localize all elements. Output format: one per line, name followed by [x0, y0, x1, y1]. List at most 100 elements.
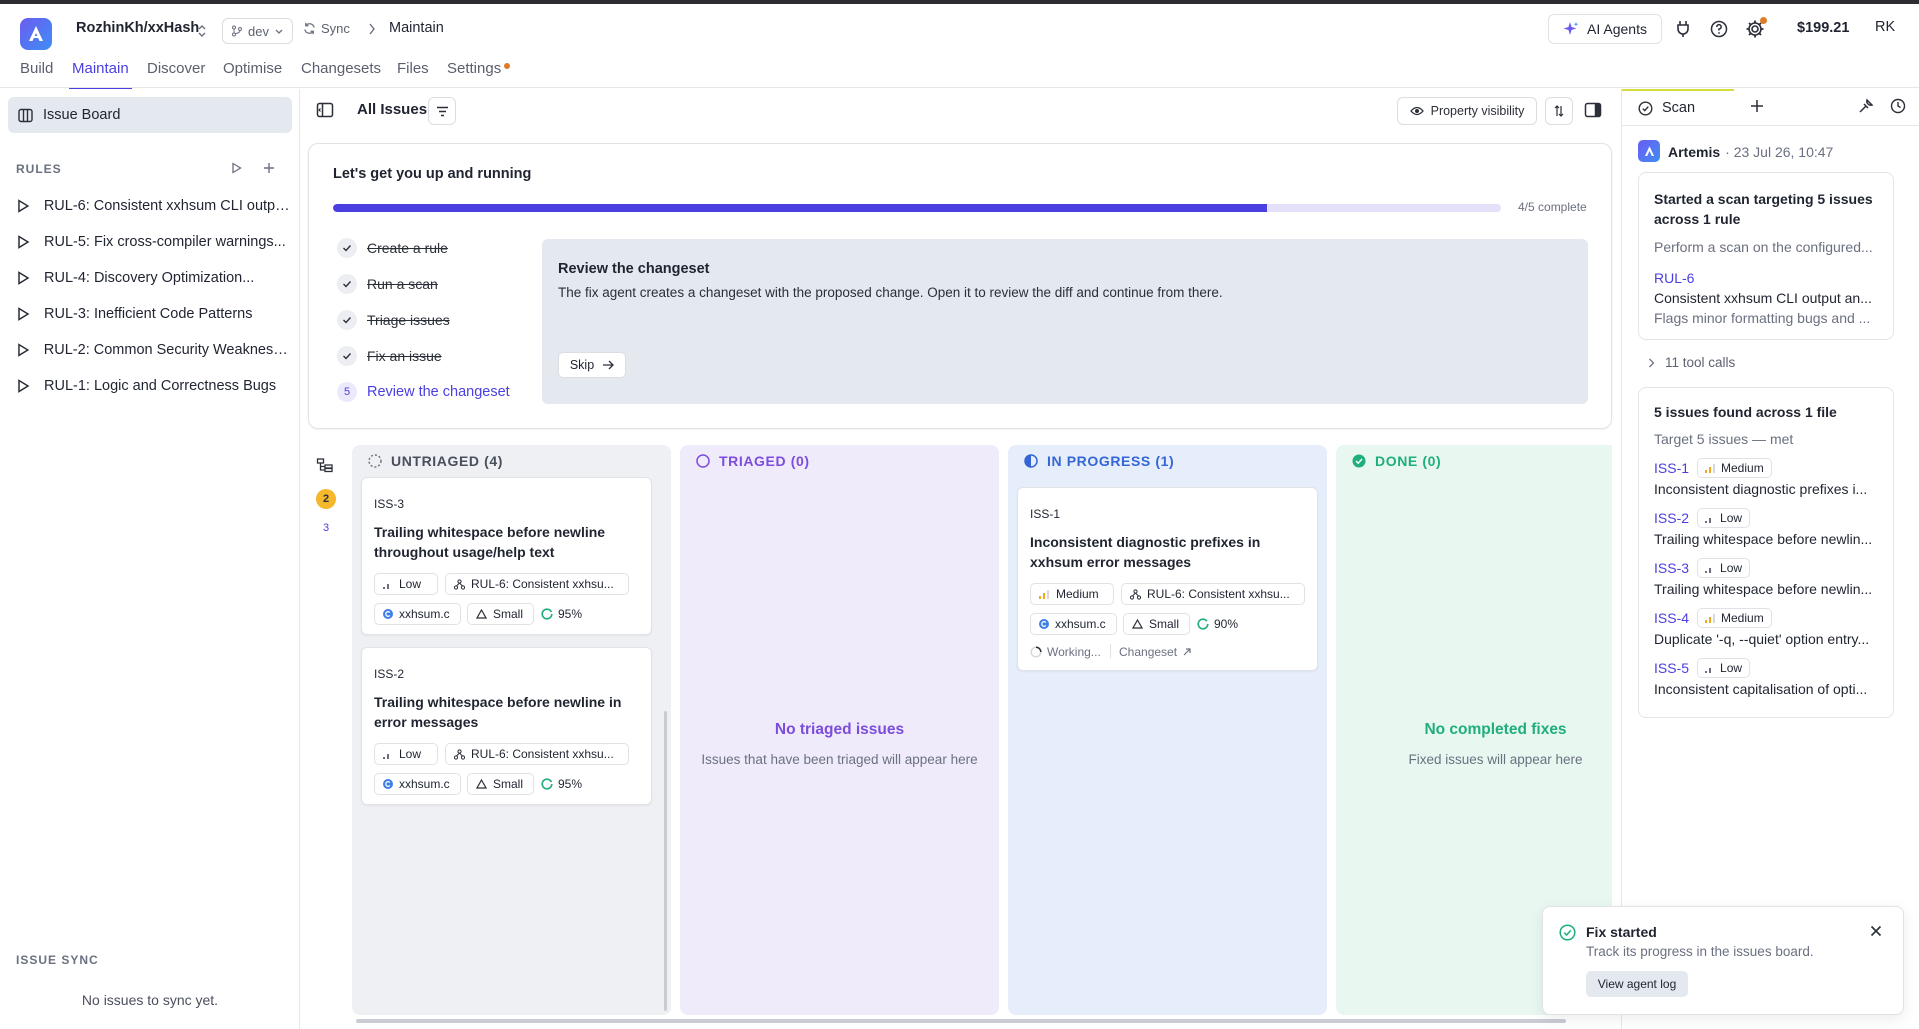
- toast-message: Track its progress in the issues board.: [1586, 944, 1814, 959]
- result-issue-id[interactable]: ISS-1: [1654, 460, 1689, 476]
- signal-low-icon: [383, 754, 389, 759]
- sidebar-item-rul-4[interactable]: RUL-4: Discovery Optimization...: [16, 264, 292, 292]
- tool-calls-toggle[interactable]: 11 tool calls: [1648, 355, 1735, 370]
- step-run-scan[interactable]: Run a scan: [337, 272, 438, 296]
- empty-title: No completed fixes: [1424, 721, 1567, 738]
- column-title: UNTRIAGED (4): [391, 453, 504, 469]
- sidebar-item-rul-3[interactable]: RUL-3: Inefficient Code Patterns: [16, 300, 292, 328]
- step-review-changeset[interactable]: 5 Review the changeset: [337, 380, 510, 404]
- triangle-icon: [1132, 619, 1143, 629]
- tab-optimise[interactable]: Optimise: [223, 60, 282, 90]
- check-icon: [337, 274, 357, 294]
- result-item-iss-1[interactable]: ISS-1 Medium Inconsistent diagnostic pre…: [1654, 458, 1882, 497]
- file-chip[interactable]: xxhsum.c: [1030, 613, 1117, 635]
- severity-label: Medium: [1056, 587, 1099, 601]
- sidebar-item-rul-6[interactable]: RUL-6: Consistent xxhsum CLI outpu...: [16, 192, 292, 220]
- rule-chip[interactable]: RUL-6: Consistent xxhsu...: [445, 743, 629, 765]
- result-issue-id[interactable]: ISS-2: [1654, 510, 1689, 526]
- skip-button[interactable]: Skip: [558, 352, 626, 378]
- tab-build[interactable]: Build: [20, 60, 53, 90]
- app-logo[interactable]: [20, 18, 52, 50]
- repo-selector[interactable]: RozhinKh/xxHash: [76, 20, 199, 36]
- result-issue-id[interactable]: ISS-3: [1654, 560, 1689, 576]
- severity-chip[interactable]: Low: [374, 743, 438, 765]
- file-chip[interactable]: xxhsum.c: [374, 603, 461, 625]
- severity-chip[interactable]: Low: [374, 573, 438, 595]
- sync-button[interactable]: Sync: [303, 21, 350, 36]
- result-issue-id[interactable]: ISS-4: [1654, 610, 1689, 626]
- lane-badge-active[interactable]: 2: [316, 489, 336, 509]
- ai-agents-button[interactable]: AI Agents: [1548, 14, 1662, 44]
- board-horizontal-scrollbar[interactable]: [356, 1019, 1566, 1023]
- sidebar-item-issue-board[interactable]: Issue Board: [8, 97, 292, 133]
- size-chip[interactable]: Small: [467, 773, 534, 795]
- tools-icon[interactable]: [1858, 98, 1874, 114]
- history-icon[interactable]: [1890, 98, 1906, 114]
- issue-card-iss-2[interactable]: ISS-2 Trailing whitespace before newline…: [361, 647, 652, 805]
- severity-label: Medium: [1721, 461, 1764, 475]
- scan-rule-id[interactable]: RUL-6: [1654, 270, 1694, 286]
- git-branch-icon: [232, 25, 242, 37]
- tab-changesets[interactable]: Changesets: [301, 60, 381, 90]
- changeset-link[interactable]: Changeset: [1119, 645, 1192, 659]
- add-rule-icon[interactable]: [263, 162, 275, 174]
- tab-settings[interactable]: Settings: [447, 60, 501, 90]
- rule-chip[interactable]: RUL-6: Consistent xxhsu...: [1121, 583, 1305, 605]
- toast-notification: Fix started Track its progress in the is…: [1542, 906, 1904, 1015]
- result-item-iss-2[interactable]: ISS-2 Low Trailing whitespace before new…: [1654, 508, 1882, 547]
- tab-discover[interactable]: Discover: [147, 60, 205, 90]
- result-issue-id[interactable]: ISS-5: [1654, 660, 1689, 676]
- help-icon[interactable]: [1706, 16, 1732, 42]
- step-triage-issues[interactable]: Triage issues: [337, 308, 450, 332]
- column-scrollbar[interactable]: [664, 711, 667, 1011]
- sidebar-item-rul-1[interactable]: RUL-1: Logic and Correctness Bugs: [16, 372, 292, 400]
- column-title: TRIAGED (0): [719, 453, 810, 469]
- sort-button[interactable]: [1545, 97, 1573, 125]
- lane-badge[interactable]: 3: [316, 522, 336, 534]
- size-chip[interactable]: Small: [467, 603, 534, 625]
- close-icon[interactable]: [1870, 925, 1882, 937]
- size-label: Small: [493, 777, 524, 791]
- scan-started-card: Started a scan targeting 5 issues across…: [1638, 172, 1894, 340]
- result-item-iss-3[interactable]: ISS-3 Low Trailing whitespace before new…: [1654, 558, 1882, 597]
- size-chip[interactable]: Small: [1123, 613, 1190, 635]
- check-circle-icon: [1352, 454, 1366, 468]
- issue-card-iss-3[interactable]: ISS-3 Trailing whitespace before newline…: [361, 477, 652, 635]
- new-tab-icon[interactable]: [1750, 99, 1764, 113]
- c-file-icon: [1039, 619, 1049, 629]
- confidence-label: 90%: [1214, 617, 1239, 631]
- file-chip[interactable]: xxhsum.c: [374, 773, 461, 795]
- external-link-icon: [1183, 648, 1191, 656]
- property-visibility-button[interactable]: Property visibility: [1397, 97, 1537, 125]
- toggle-sidebar-icon[interactable]: [316, 101, 334, 119]
- sidebar-item-rul-2[interactable]: RUL-2: Common Security Weaknesses: [16, 336, 292, 364]
- branch-selector[interactable]: dev: [222, 18, 293, 44]
- sidebar-item-rul-5[interactable]: RUL-5: Fix cross-compiler warnings...: [16, 228, 292, 256]
- toggle-right-panel-icon[interactable]: [1584, 101, 1602, 119]
- tab-scan[interactable]: Scan: [1622, 89, 1734, 125]
- result-item-iss-5[interactable]: ISS-5 Low Inconsistent capitalisation of…: [1654, 658, 1882, 697]
- view-agent-log-button[interactable]: View agent log: [1586, 971, 1688, 997]
- rule-chip[interactable]: RUL-6: Consistent xxhsu...: [445, 573, 629, 595]
- issue-id: ISS-2: [374, 667, 405, 681]
- account-balance: $199.21: [1797, 20, 1850, 36]
- step-fix-issue[interactable]: Fix an issue: [337, 344, 442, 368]
- swimlane-icon[interactable]: [316, 457, 334, 475]
- column-in-progress: IN PROGRESS (1) ISS-1 Inconsistent diagn…: [1008, 445, 1327, 1015]
- plug-icon[interactable]: [1670, 16, 1696, 42]
- settings-gear-icon[interactable]: [1742, 16, 1768, 42]
- tab-files[interactable]: Files: [397, 60, 429, 90]
- step-label: Review the changeset: [367, 384, 510, 400]
- severity-chip[interactable]: Medium: [1030, 583, 1114, 605]
- run-rules-icon[interactable]: [231, 162, 242, 174]
- issue-card-iss-1[interactable]: ISS-1 Inconsistent diagnostic prefixes i…: [1017, 487, 1318, 671]
- half-circle-icon: [1024, 454, 1038, 468]
- result-item-iss-4[interactable]: ISS-4 Medium Duplicate '-q, --quiet' opt…: [1654, 608, 1882, 647]
- tab-maintain[interactable]: Maintain: [69, 60, 132, 90]
- severity-chip: Low: [1697, 508, 1751, 528]
- step-create-rule[interactable]: Create a rule: [337, 236, 448, 260]
- user-avatar[interactable]: RK: [1875, 19, 1895, 35]
- signal-medium-icon: [1039, 590, 1049, 599]
- rule-icon: [454, 578, 465, 590]
- filter-button[interactable]: [428, 97, 456, 125]
